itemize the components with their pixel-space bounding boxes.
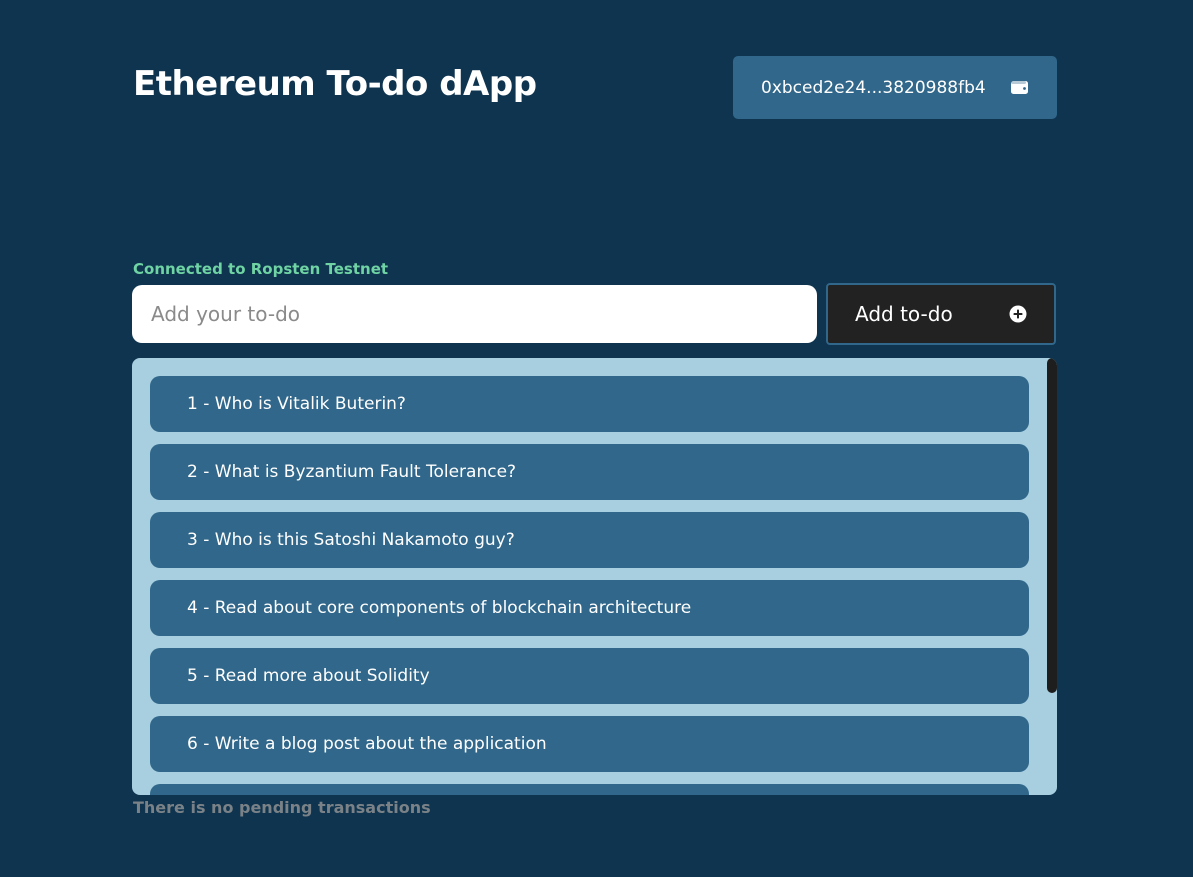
todo-item[interactable]: 4 - Read about core components of blockc… [150,580,1029,636]
wallet-icon [1010,80,1029,95]
todo-list-panel: 1 - Who is Vitalik Buterin? 2 - What is … [132,358,1057,795]
plus-circle-icon [1009,305,1027,323]
todo-list: 1 - Who is Vitalik Buterin? 2 - What is … [150,376,1029,795]
todo-list-scrollbar[interactable] [1047,358,1057,795]
scrollbar-thumb[interactable] [1047,358,1057,693]
todo-item[interactable]: 2 - What is Byzantium Fault Tolerance? [150,444,1029,500]
todo-item[interactable]: 3 - Who is this Satoshi Nakamoto guy? [150,512,1029,568]
wallet-address: 0xbced2e24...3820988fb4 [761,77,986,98]
todo-item[interactable] [150,784,1029,795]
todo-item[interactable]: 6 - Write a blog post about the applicat… [150,716,1029,772]
wallet-address-button[interactable]: 0xbced2e24...3820988fb4 [733,56,1057,119]
todo-item[interactable]: 1 - Who is Vitalik Buterin? [150,376,1029,432]
app-page: Ethereum To-do dApp 0xbced2e24...3820988… [0,0,1193,877]
page-title: Ethereum To-do dApp [133,64,537,104]
add-todo-label: Add to-do [855,302,953,326]
add-todo-button[interactable]: Add to-do [826,283,1056,345]
todo-item[interactable]: 5 - Read more about Solidity [150,648,1029,704]
todo-input[interactable] [132,285,817,343]
pending-transactions-status: There is no pending transactions [133,798,431,817]
network-status: Connected to Ropsten Testnet [133,260,389,278]
